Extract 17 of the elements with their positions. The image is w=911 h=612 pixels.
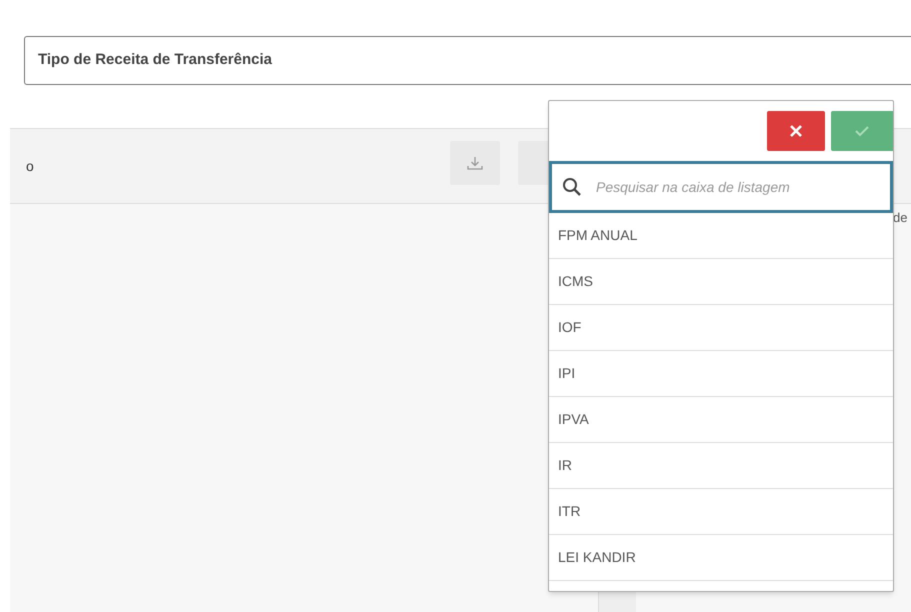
list-item[interactable]: IPI <box>549 351 893 397</box>
download-icon <box>467 156 483 170</box>
list-item[interactable]: ICMS <box>549 259 893 305</box>
list-item[interactable]: IOF <box>549 305 893 351</box>
search-icon <box>562 177 582 197</box>
panel-title: o <box>26 156 34 176</box>
check-icon <box>854 125 870 137</box>
close-icon <box>789 124 803 138</box>
list-item[interactable]: FPM ANUAL <box>549 213 893 259</box>
side-text: de <box>893 209 908 227</box>
list-item[interactable]: ITR <box>549 489 893 535</box>
list-item[interactable]: IR <box>549 443 893 489</box>
list-item[interactable]: IPVA <box>549 397 893 443</box>
cancel-button[interactable] <box>767 111 825 151</box>
filter-field[interactable]: Tipo de Receita de Transferência <box>24 36 911 85</box>
list-item[interactable]: LEI KANDIR <box>549 535 893 581</box>
search-field[interactable]: Pesquisar na caixa de listagem <box>549 161 893 213</box>
